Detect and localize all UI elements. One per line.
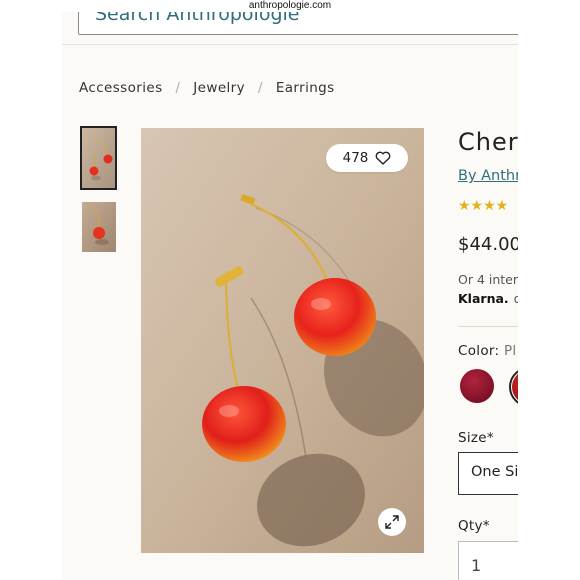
expand-icon (385, 515, 399, 529)
right-margin (518, 0, 580, 580)
favorite-button[interactable]: 478 (326, 144, 408, 172)
klarna-logo: Klarna. (458, 291, 509, 306)
left-margin (0, 0, 62, 580)
size-option-label: One Si (471, 464, 518, 480)
color-value: Pl (503, 343, 517, 359)
klarna-line: Klarna. or (458, 291, 518, 306)
color-label-text: Color: (458, 343, 500, 359)
installments-text: Or 4 intere (458, 272, 518, 287)
qty-label: Qty* (458, 518, 490, 534)
product-price: $44.00 (458, 234, 518, 255)
heart-icon (376, 151, 391, 165)
size-option-one-size[interactable]: One Si (458, 452, 518, 495)
breadcrumb-separator: / (258, 80, 263, 96)
search-input[interactable]: Search Anthropologie (78, 12, 518, 35)
quantity-value: 1 (471, 556, 482, 575)
quantity-select[interactable]: 1 (458, 541, 518, 580)
header-divider (62, 44, 518, 45)
info-divider (458, 326, 518, 327)
gallery-thumbnail-1[interactable] (80, 126, 117, 190)
breadcrumb-separator: / (175, 80, 181, 96)
product-page: Search Anthropologie Accessories / Jewel… (62, 12, 518, 580)
product-main-image[interactable] (141, 128, 424, 553)
cherry-earrings-photo (141, 128, 424, 553)
breadcrumb-accessories[interactable]: Accessories (79, 80, 163, 96)
color-swatch-plum[interactable] (460, 369, 494, 403)
color-label: Color: Pl (458, 343, 516, 359)
size-label: Size* (458, 430, 494, 446)
klarna-text: or (513, 291, 518, 306)
rating-stars[interactable]: ★★★★ (458, 198, 508, 214)
gallery-thumbnail-2[interactable] (82, 202, 116, 252)
breadcrumb-earrings[interactable]: Earrings (276, 80, 335, 96)
product-title: Cher (458, 128, 518, 156)
breadcrumb: Accessories / Jewelry / Earrings (79, 80, 335, 96)
search-placeholder: Search Anthropologie (95, 12, 300, 25)
brand-link[interactable]: By Anthr (458, 168, 518, 184)
cherry-earring-thumbnail-image (82, 202, 116, 252)
favorite-count: 478 (342, 150, 369, 166)
cherry-earrings-thumbnail-image (82, 128, 115, 188)
breadcrumb-jewelry[interactable]: Jewelry (193, 80, 245, 96)
expand-image-button[interactable] (378, 508, 406, 536)
